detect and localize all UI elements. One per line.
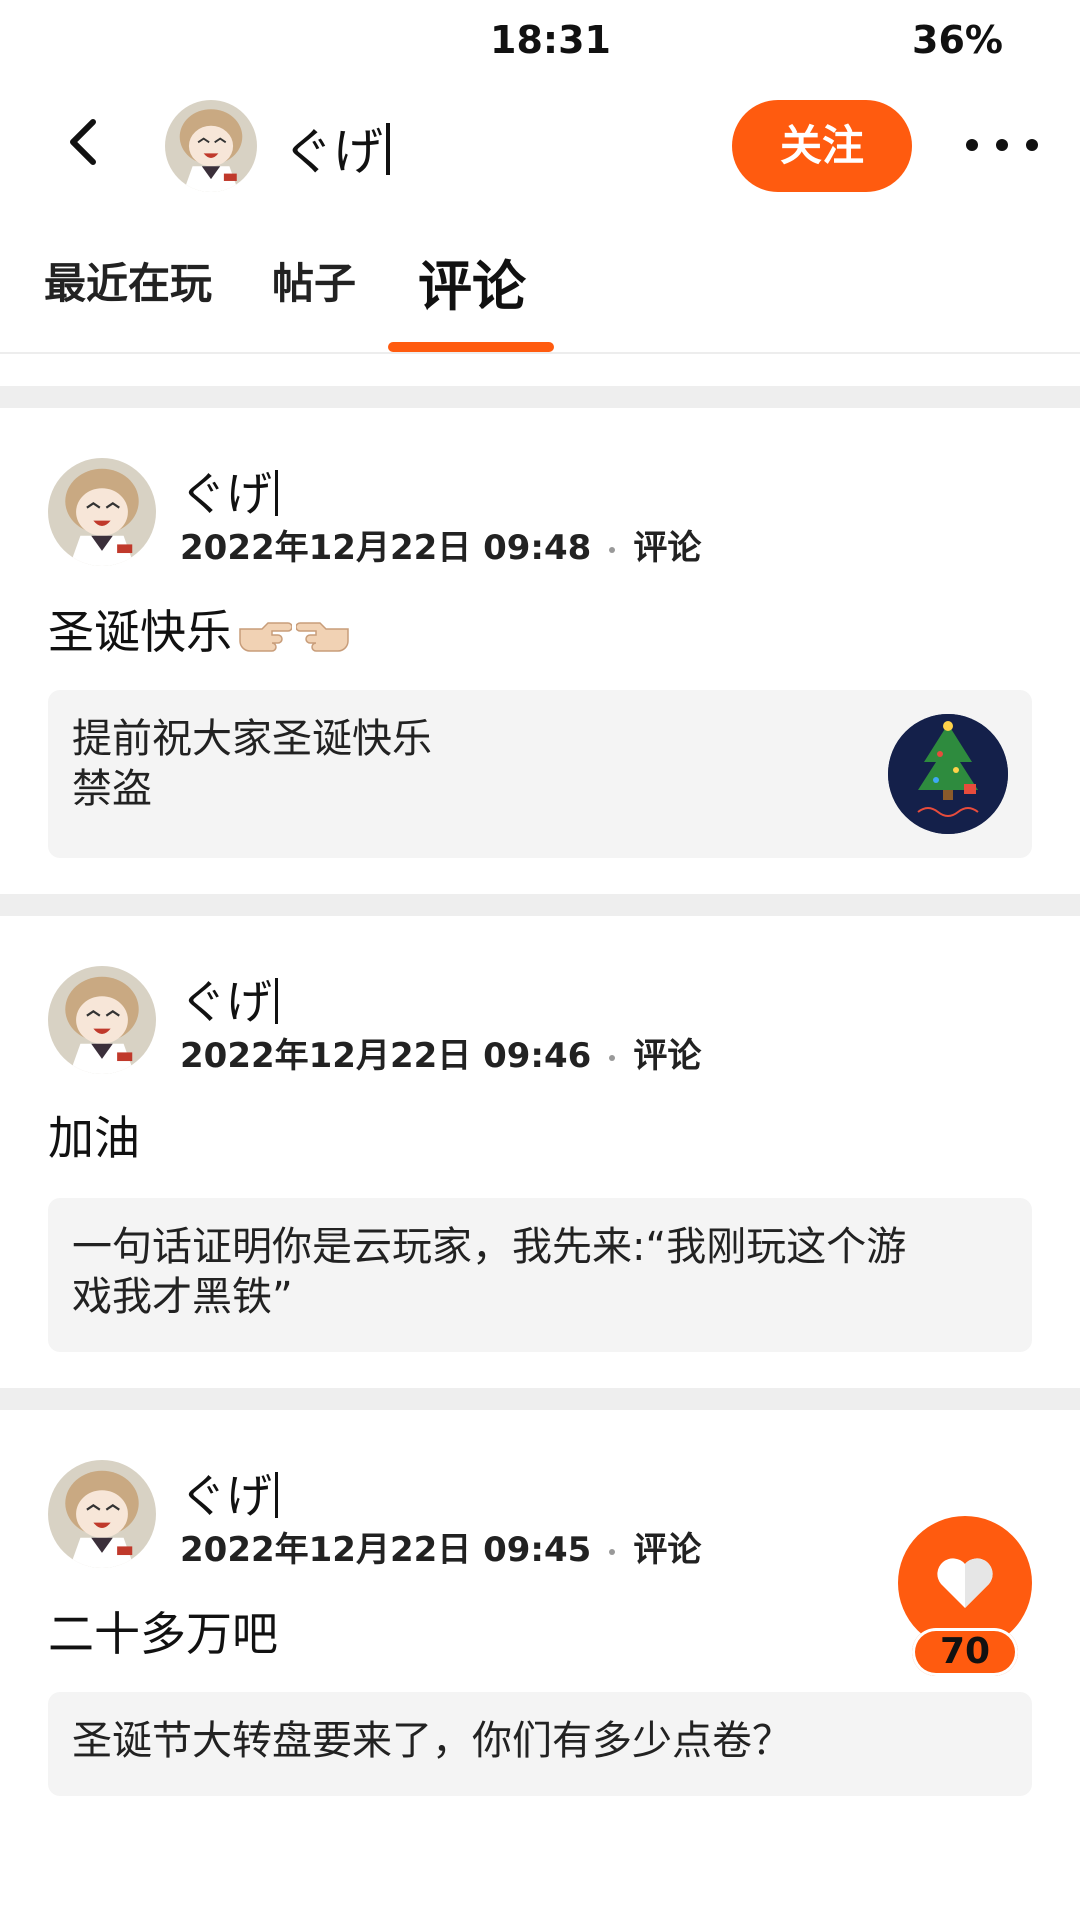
profile-username: ぐげ [283,112,390,184]
original-post-card[interactable]: 圣诞节大转盘要来了，你们有多少点卷？ [48,1692,1032,1796]
comment-type: 评论 [633,528,702,568]
follow-button[interactable]: 关注 [732,100,912,192]
comment-text: 圣诞快乐 [48,596,352,662]
comment-date: 2022年12月22日 09:46 [180,1036,592,1076]
comment-date: 2022年12月22日 09:45 [180,1530,592,1570]
pointing-left-emoji-icon [296,621,349,652]
profile-tabs: 最近在玩 帖子 评论 [0,232,1080,354]
more-dots-icon [966,139,1038,151]
comment-meta: 2022年12月22日 09:46 评论 [180,1028,701,1077]
christmas-tree-thumbnail [888,714,1008,834]
comment-author: ぐげ [180,1460,278,1526]
status-time: 18:31 [490,18,611,62]
heart-icon [937,1558,993,1608]
tab-posts[interactable]: 帖子 [272,250,356,311]
section-divider [0,1388,1080,1410]
avatar[interactable] [165,100,257,192]
comment-text: 二十多万吧 [48,1607,278,1661]
original-post-text: 圣诞节大转盘要来了，你们有多少点卷？ [72,1718,792,1764]
comment-type: 评论 [633,1036,702,1076]
comment-item[interactable]: ぐげ 2022年12月22日 09:48 评论 圣诞快乐 提前祝大家圣诞快乐 禁盗 [0,408,1080,894]
battery-level: 36% [912,18,1003,62]
tab-recently-played[interactable]: 最近在玩 [44,250,212,311]
comment-type: 评论 [633,1530,702,1570]
status-bar: 18:31 36% [0,0,1080,80]
original-post-text: 提前祝大家圣诞快乐 禁盗 [72,716,432,812]
tab-comments[interactable]: 评论 [418,242,526,321]
section-divider [0,386,1080,408]
comment-meta: 2022年12月22日 09:45 评论 [180,1522,701,1571]
like-count-badge: 70 [912,1628,1018,1676]
comment-date: 2022年12月22日 09:48 [180,528,592,568]
section-divider [0,894,1080,916]
active-tab-indicator [388,342,554,352]
original-post-text: 一句话证明你是云玩家，我先来:“我刚玩这个游 戏我才黑铁” [72,1224,907,1320]
comment-meta: 2022年12月22日 09:48 评论 [180,520,701,569]
profile-header: ぐげ 关注 [0,90,1080,202]
pointing-right-emoji-icon [239,621,292,652]
back-button[interactable] [55,112,115,172]
comment-text: 加油 [48,1111,140,1165]
comment-author: ぐげ [180,966,278,1032]
avatar[interactable] [48,966,156,1074]
avatar[interactable] [48,458,156,566]
more-options-button[interactable] [960,130,1060,160]
comment-item[interactable]: ぐげ 2022年12月22日 09:46 评论 加油 一句话证明你是云玩家，我先来… [0,916,1080,1388]
chevron-left-icon [70,119,96,165]
original-post-card[interactable]: 一句话证明你是云玩家，我先来:“我刚玩这个游 戏我才黑铁” [48,1198,1032,1352]
original-post-card[interactable]: 提前祝大家圣诞快乐 禁盗 [48,690,1032,858]
comment-author: ぐげ [180,458,278,524]
avatar[interactable] [48,1460,156,1568]
